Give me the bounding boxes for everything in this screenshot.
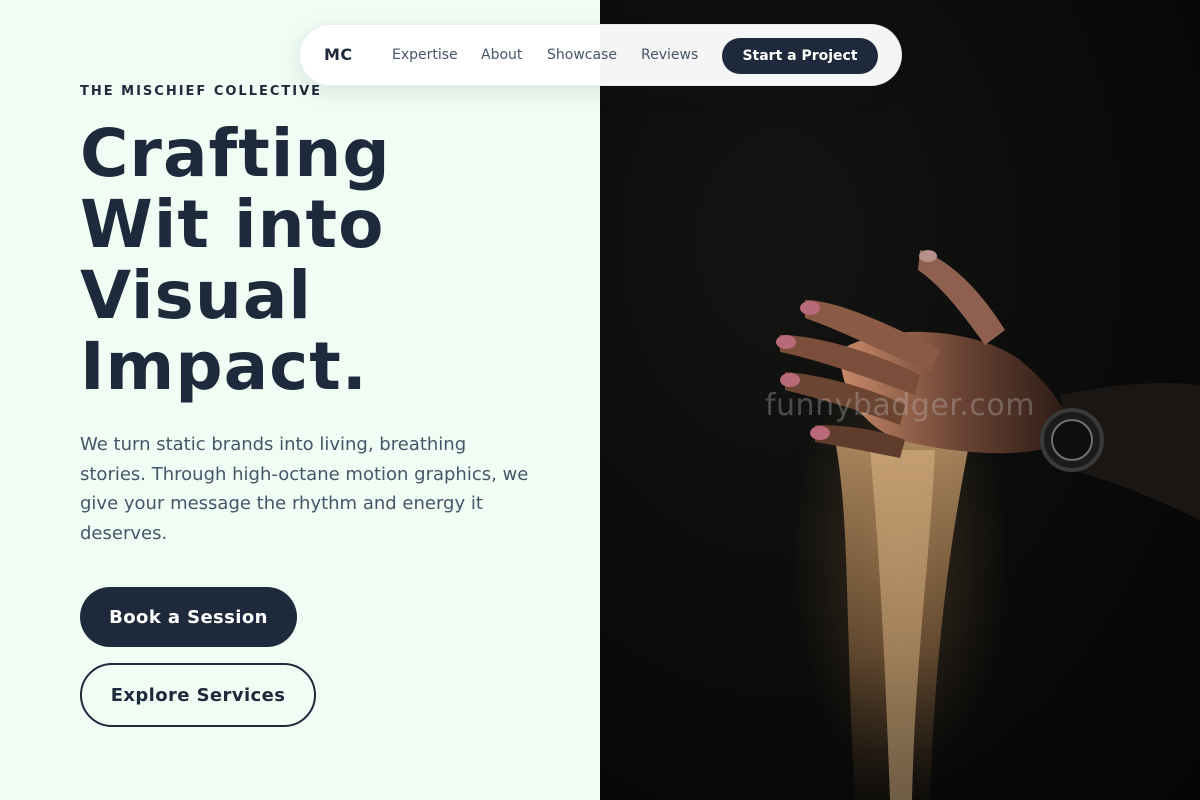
- nav-link-about[interactable]: About: [481, 47, 522, 63]
- hero-photo: funnybadger.com: [600, 0, 1200, 800]
- hero-description: We turn static brands into living, breat…: [80, 434, 529, 544]
- top-navigation: MC Expertise About Showcase Reviews Star…: [299, 24, 902, 86]
- brand-eyebrow: THE MISCHIEF COLLECTIVE: [80, 84, 323, 99]
- hero-headline: Crafting Wit into Visual Impact.: [80, 118, 560, 402]
- explore-services-button[interactable]: Explore Services: [80, 663, 316, 727]
- nav-link-reviews[interactable]: Reviews: [641, 47, 698, 63]
- headline-line: Wit into: [80, 186, 385, 263]
- start-project-button[interactable]: Start a Project: [722, 38, 878, 74]
- headline-line: Crafting: [80, 115, 391, 192]
- headline-line: Visual: [80, 257, 312, 334]
- hero-content: THE MISCHIEF COLLECTIVE Crafting Wit int…: [0, 0, 600, 800]
- headline-line: Impact.: [80, 328, 368, 405]
- brand-logo[interactable]: MC: [324, 45, 353, 64]
- nav-link-showcase[interactable]: Showcase: [547, 47, 617, 63]
- book-session-button[interactable]: Book a Session: [80, 587, 297, 647]
- nav-link-expertise[interactable]: Expertise: [392, 47, 458, 63]
- watermark-text: funnybadger.com: [764, 388, 1035, 423]
- landing-page: THE MISCHIEF COLLECTIVE Crafting Wit int…: [0, 0, 1200, 800]
